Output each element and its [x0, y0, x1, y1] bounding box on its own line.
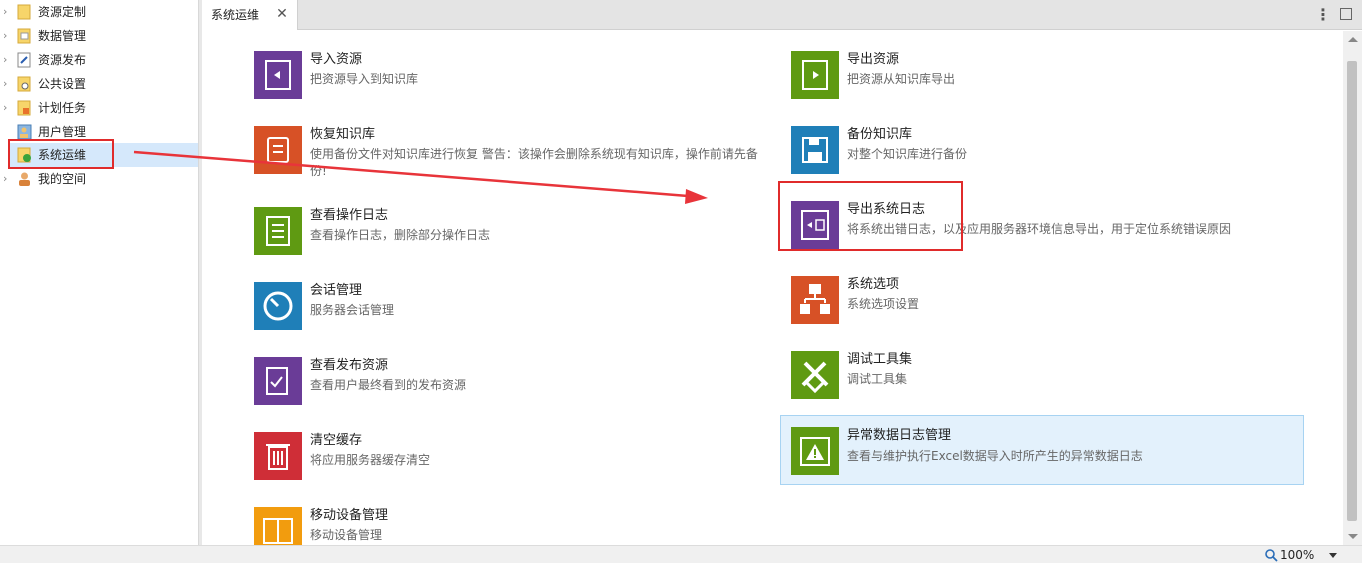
zoom-icon: [1265, 549, 1278, 562]
card-clear-cache[interactable]: 清空缓存 将应用服务器缓存清空: [254, 432, 774, 492]
annotation-box-export-log: [778, 181, 963, 251]
checklist-icon: [254, 357, 302, 405]
card-desc: 移动设备管理: [310, 528, 383, 542]
card-title: 恢复知识库: [310, 127, 376, 142]
sidebar-tree: › 资源定制 › 数据管理 › 资源发布 › 公共设置 › 计划任务 用户管理: [0, 0, 198, 545]
card-title: 会话管理: [310, 283, 363, 298]
card-view-published[interactable]: 查看发布资源 查看用户最终看到的发布资源: [254, 357, 774, 417]
card-title: 系统选项: [847, 277, 900, 292]
floppy-icon: [791, 126, 839, 174]
rss-file-icon: [17, 100, 31, 116]
expand-arrow-icon[interactable]: ›: [3, 78, 11, 90]
sidebar-item-label: 我的空间: [38, 172, 87, 186]
card-title: 导入资源: [310, 52, 363, 67]
expand-arrow-icon[interactable]: ›: [3, 102, 11, 114]
card-desc: 使用备份文件对知识库进行恢复 警告：该操作会删除系统现有知识库，操作前请先备份!: [310, 147, 758, 178]
gauge-icon: [254, 282, 302, 330]
card-export-resource[interactable]: 导出资源 把资源从知识库导出: [791, 51, 1311, 111]
card-desc: 查看操作日志，删除部分操作日志: [310, 228, 491, 242]
options-tree-icon: [791, 276, 839, 324]
scroll-up-icon[interactable]: [1348, 37, 1358, 42]
tab-system-maintenance[interactable]: 系统运维 ✕: [202, 0, 298, 30]
data-file-icon: [17, 28, 31, 44]
restore-icon: [254, 126, 302, 174]
card-title: 移动设备管理: [310, 508, 389, 523]
zoom-level: 100%: [1280, 548, 1315, 562]
card-view-op-log[interactable]: 查看操作日志 查看操作日志，删除部分操作日志: [254, 207, 774, 267]
vertical-scrollbar[interactable]: [1343, 31, 1362, 545]
app-window: › 资源定制 › 数据管理 › 资源发布 › 公共设置 › 计划任务 用户管理: [0, 0, 1362, 563]
card-desc: 调试工具集: [847, 372, 908, 386]
expand-arrow-icon[interactable]: ›: [3, 6, 11, 18]
card-title: 备份知识库: [847, 127, 913, 142]
card-desc: 查看用户最终看到的发布资源: [310, 378, 467, 392]
sidebar-item-label: 资源发布: [38, 53, 87, 67]
expand-arrow-icon[interactable]: ›: [3, 30, 11, 42]
sidebar-item-label: 计划任务: [38, 101, 87, 115]
card-title: 导出资源: [847, 52, 900, 67]
expand-arrow-icon[interactable]: ›: [3, 173, 11, 185]
person-icon: [19, 172, 30, 186]
card-system-options[interactable]: 系统选项 系统选项设置: [791, 276, 1311, 336]
card-desc: 服务器会话管理: [310, 303, 395, 317]
tab-bar: 系统运维 ✕ ⋮: [202, 0, 1362, 30]
folder-icon: [17, 4, 31, 20]
card-title: 调试工具集: [847, 352, 913, 367]
card-desc: 对整个知识库进行备份: [847, 147, 968, 161]
more-vertical-icon[interactable]: ⋮: [1314, 4, 1332, 26]
annotation-box-sidebar: [8, 139, 114, 169]
card-import-resource[interactable]: 导入资源 把资源导入到知识库: [254, 51, 774, 111]
content-panel: 导入资源 把资源导入到知识库 恢复知识库 使用备份文件对知识库进行恢复 警告：该…: [202, 31, 1343, 545]
export-book-icon: [791, 51, 839, 99]
scroll-thumb[interactable]: [1347, 61, 1357, 521]
sidebar-item-label: 资源定制: [38, 5, 87, 19]
sidebar-item-resource-publish[interactable]: › 资源发布: [0, 48, 198, 72]
sidebar-item-public-settings[interactable]: › 公共设置: [0, 72, 198, 96]
sidebar-item-label: 公共设置: [38, 77, 87, 91]
card-desc: 查看与维护执行Excel数据导入时所产生的异常数据日志: [847, 449, 1143, 463]
card-desc: 把资源导入到知识库: [310, 72, 419, 86]
scroll-down-icon[interactable]: [1348, 534, 1358, 539]
tab-label: 系统运维: [211, 8, 260, 22]
sidebar-item-scheduled-tasks[interactable]: › 计划任务: [0, 96, 198, 120]
card-session-management[interactable]: 会话管理 服务器会话管理: [254, 282, 774, 342]
card-desc: 把资源从知识库导出: [847, 72, 956, 86]
card-title: 查看操作日志: [310, 208, 389, 223]
card-debug-tools[interactable]: 调试工具集 调试工具集: [791, 351, 1311, 411]
card-desc: 将应用服务器缓存清空: [310, 453, 431, 467]
chevron-down-icon[interactable]: [1329, 553, 1337, 558]
status-bar: 100%: [0, 545, 1362, 563]
card-title: 查看发布资源: [310, 358, 389, 373]
expand-arrow-icon[interactable]: ›: [3, 54, 11, 66]
sidebar-item-my-space[interactable]: › 我的空间: [0, 167, 198, 191]
sidebar-item-resource-custom[interactable]: › 资源定制: [0, 0, 198, 24]
settings-file-icon: [17, 76, 31, 92]
card-exception-log[interactable]: 异常数据日志管理 查看与维护执行Excel数据导入时所产生的异常数据日志: [780, 415, 1304, 485]
sidebar-item-label: 用户管理: [38, 125, 87, 139]
clipboard-log-icon: [254, 207, 302, 255]
import-book-icon: [254, 51, 302, 99]
card-restore-kb[interactable]: 恢复知识库 使用备份文件对知识库进行恢复 警告：该操作会删除系统现有知识库，操作…: [254, 126, 774, 186]
card-desc: 系统选项设置: [847, 297, 920, 311]
card-mobile-devices[interactable]: 移动设备管理 移动设备管理: [254, 507, 774, 545]
sidebar-item-data-management[interactable]: › 数据管理: [0, 24, 198, 48]
tools-icon: [791, 351, 839, 399]
close-icon[interactable]: ✕: [275, 5, 289, 23]
card-title: 异常数据日志管理: [847, 428, 952, 443]
publish-icon: [17, 52, 31, 68]
trash-icon: [254, 432, 302, 480]
card-backup-kb[interactable]: 备份知识库 对整个知识库进行备份: [791, 126, 1311, 186]
user-card-icon: [17, 124, 32, 140]
sidebar-item-label: 数据管理: [38, 29, 87, 43]
card-title: 清空缓存: [310, 433, 363, 448]
maximize-icon[interactable]: [1340, 8, 1352, 20]
warning-calendar-icon: [791, 427, 839, 475]
mobile-device-icon: [254, 507, 302, 545]
